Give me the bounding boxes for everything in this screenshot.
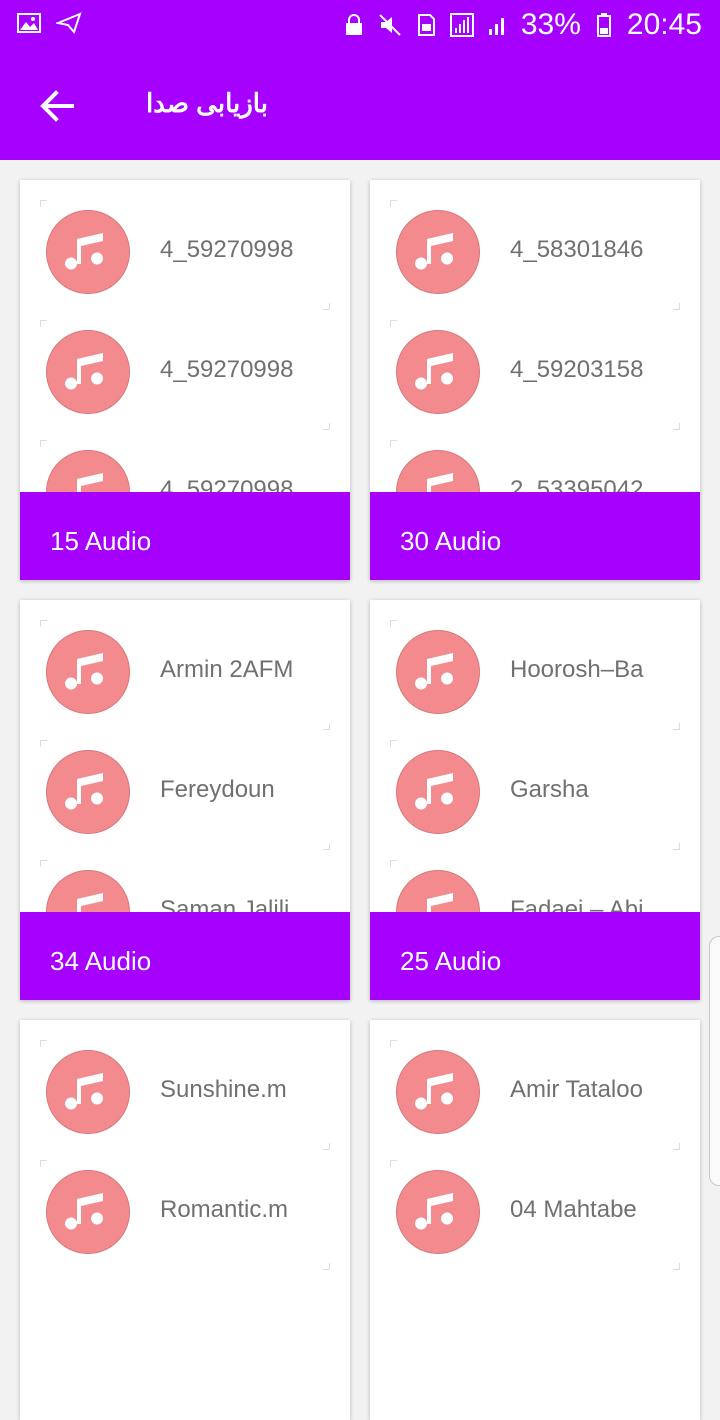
music-note-icon	[46, 750, 130, 834]
list-item[interactable]: Sunshine.m	[40, 1040, 330, 1150]
audio-count: 15 Audio	[50, 526, 152, 556]
album-items: Amir Tataloo 04 Mahtabe	[370, 1020, 700, 1420]
list-item[interactable]: Garsha	[390, 740, 680, 850]
item-name: 4_59270998	[160, 356, 294, 383]
album-items: Sunshine.m Romantic.m	[20, 1020, 350, 1420]
album-footer[interactable]: 34 Audio	[20, 912, 350, 1000]
list-item[interactable]: 4_58301846	[390, 200, 680, 310]
item-name: 4_59203158	[510, 356, 644, 383]
status-left	[16, 10, 82, 36]
album-card[interactable]: Hoorosh–Ba Garsha Fadaei – Abi 25 Audio	[370, 600, 700, 1000]
music-note-icon	[396, 330, 480, 414]
sim-icon	[417, 14, 435, 36]
app-bar: بازیابی صدا	[0, 50, 720, 160]
list-item[interactable]: Hoorosh–Ba	[390, 620, 680, 730]
battery-percent: 33%	[520, 8, 581, 41]
music-note-icon	[396, 210, 480, 294]
music-note-icon	[46, 1050, 130, 1134]
audio-count: 25 Audio	[400, 946, 502, 976]
mute-icon	[379, 14, 401, 36]
audio-count: 30 Audio	[400, 526, 502, 556]
list-item[interactable]: Fereydoun	[40, 740, 330, 850]
music-note-icon	[46, 210, 130, 294]
music-note-icon	[46, 630, 130, 714]
music-note-icon	[46, 330, 130, 414]
list-item[interactable]: Romantic.m	[40, 1160, 330, 1270]
page-title: بازیابی صدا	[146, 88, 268, 118]
list-item[interactable]: Armin 2AFM	[40, 620, 330, 730]
list-item[interactable]: 4_59203158	[390, 320, 680, 430]
music-note-icon	[396, 630, 480, 714]
back-arrow-icon[interactable]	[34, 82, 82, 130]
item-name: Amir Tataloo	[510, 1076, 643, 1103]
album-card[interactable]: Sunshine.m Romantic.m	[20, 1020, 350, 1420]
list-item[interactable]: 4_59270998	[40, 320, 330, 430]
status-right: 33% 20:45	[341, 8, 702, 42]
scrollbar-handle[interactable]	[709, 936, 720, 1186]
item-name: Armin 2AFM	[160, 656, 294, 683]
signal-box-icon	[449, 13, 474, 37]
list-item[interactable]: 4_59270998	[40, 200, 330, 310]
album-card[interactable]: Amir Tataloo 04 Mahtabe	[370, 1020, 700, 1420]
music-note-icon	[396, 1170, 480, 1254]
item-name: Sunshine.m	[160, 1076, 287, 1103]
music-note-icon	[396, 1050, 480, 1134]
status-bar: 33% 20:45	[0, 0, 720, 50]
item-name: 4_58301846	[510, 236, 644, 263]
signal-icon	[488, 18, 504, 35]
item-name: Fereydoun	[160, 776, 275, 803]
clock: 20:45	[626, 8, 702, 41]
album-card[interactable]: Armin 2AFM Fereydoun Saman Jalili 34 Aud…	[20, 600, 350, 1000]
album-card[interactable]: 4_59270998 4_59270998 4_59270998 15 Audi…	[20, 180, 350, 580]
item-name: 4_59270998	[160, 236, 294, 263]
music-note-icon	[46, 1170, 130, 1254]
send-icon	[56, 12, 82, 34]
album-footer[interactable]: 30 Audio	[370, 492, 700, 580]
item-name: Garsha	[510, 776, 589, 803]
music-note-icon	[396, 750, 480, 834]
item-name: 04 Mahtabe	[510, 1196, 637, 1223]
list-item[interactable]: 04 Mahtabe	[390, 1160, 680, 1270]
gallery-icon	[17, 13, 41, 33]
audio-count: 34 Audio	[50, 946, 152, 976]
item-name: Romantic.m	[160, 1196, 289, 1223]
battery-icon	[596, 13, 611, 37]
lock-icon	[345, 14, 362, 35]
item-name: Hoorosh–Ba	[510, 656, 644, 683]
album-card[interactable]: 4_58301846 4_59203158 2_53395042 30 Audi…	[370, 180, 700, 580]
album-footer[interactable]: 15 Audio	[20, 492, 350, 580]
album-grid: 4_59270998 4_59270998 4_59270998 15 Audi…	[0, 160, 720, 1420]
album-footer[interactable]: 25 Audio	[370, 912, 700, 1000]
list-item[interactable]: Amir Tataloo	[390, 1040, 680, 1150]
